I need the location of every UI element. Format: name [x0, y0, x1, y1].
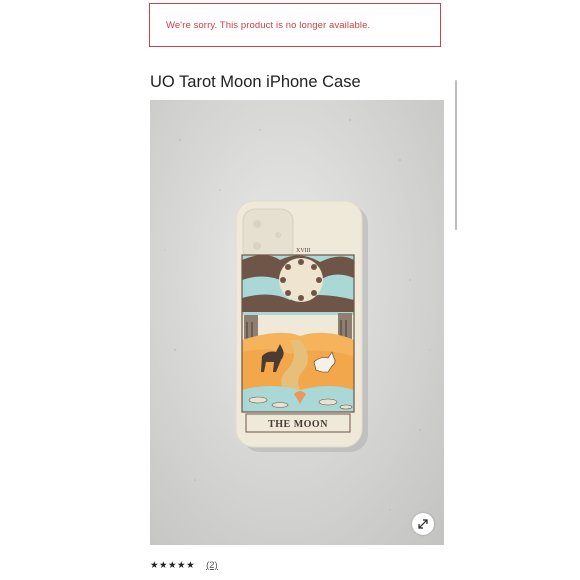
rating-row: ★★★★★ (2): [150, 560, 218, 571]
phone-case-illustration: XVIII THE MOON: [164, 118, 431, 511]
svg-text:XVIII: XVIII: [296, 248, 311, 254]
product-title: UO Tarot Moon iPhone Case: [150, 73, 361, 91]
unavailable-alert: We're sorry. This product is no longer a…: [149, 3, 441, 47]
review-count-link[interactable]: (2): [206, 560, 218, 571]
expand-arrows-icon: [418, 519, 428, 529]
scrollbar[interactable]: [455, 80, 457, 230]
product-page: We're sorry. This product is no longer a…: [0, 0, 580, 580]
star-rating: ★★★★★: [150, 560, 196, 571]
alert-message: We're sorry. This product is no longer a…: [166, 19, 371, 31]
product-image[interactable]: XVIII THE MOON: [150, 100, 444, 545]
expand-image-button[interactable]: [412, 513, 434, 535]
svg-text:THE MOON: THE MOON: [268, 419, 328, 430]
